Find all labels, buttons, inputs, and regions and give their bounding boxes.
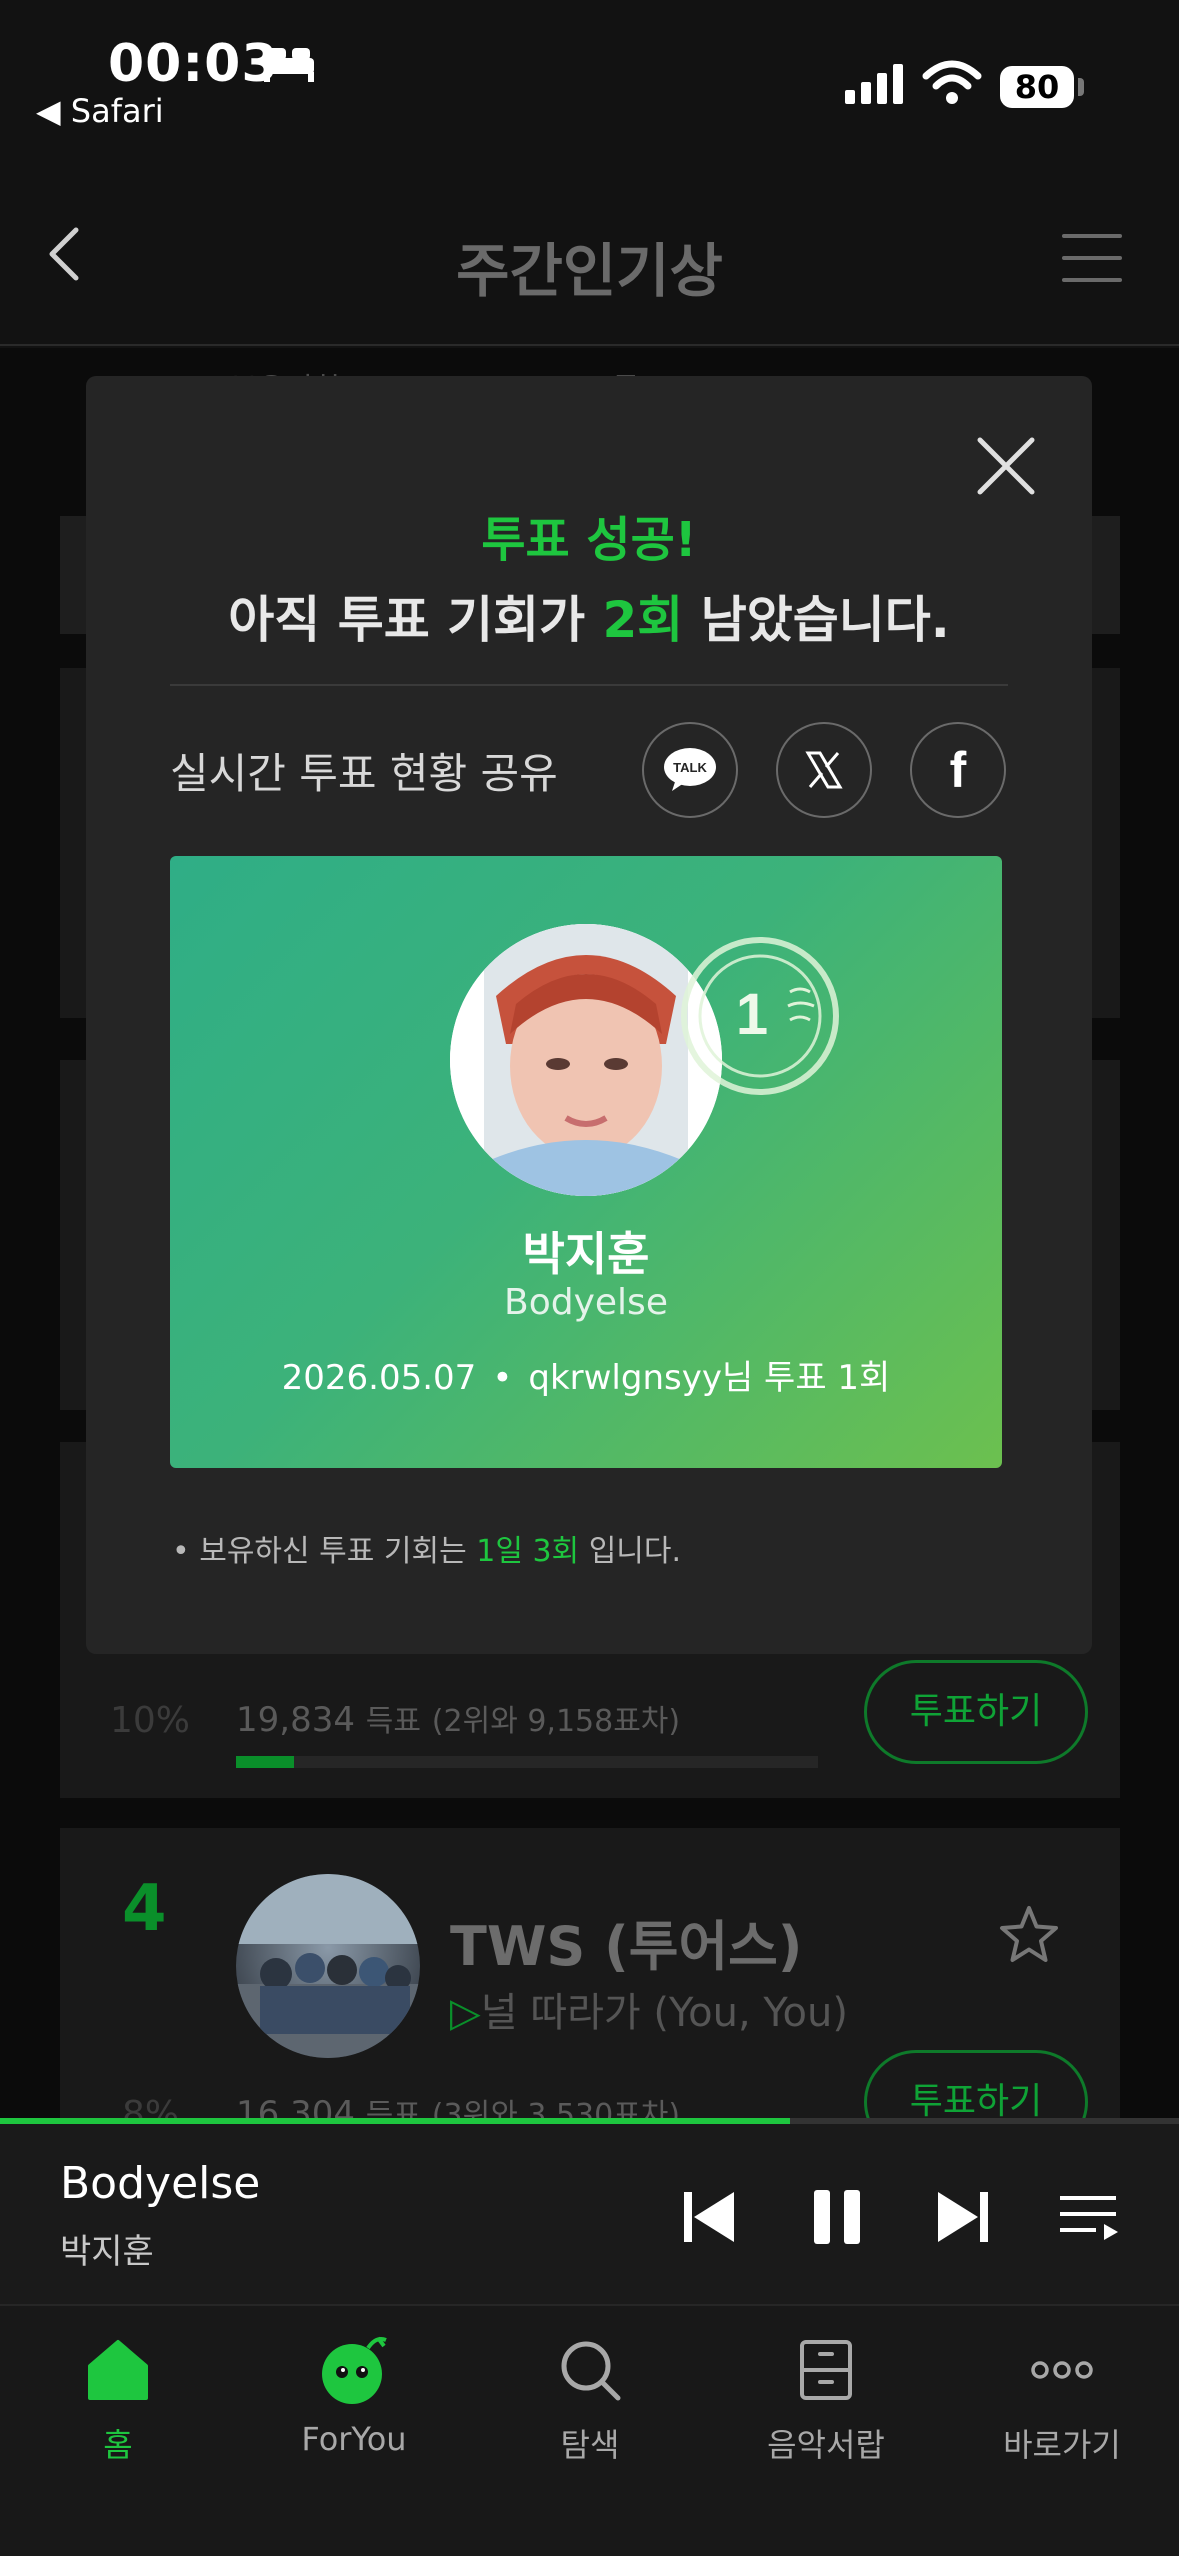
wifi-icon [922, 60, 982, 104]
vote-limit-note: • 보유하신 투표 기회는 1일 3회 입니다. [172, 1534, 682, 1569]
tab-label: 홈 [103, 2426, 133, 2464]
tab-home[interactable]: 홈 [18, 2334, 218, 2474]
battery-cap [1078, 78, 1084, 96]
tab-search[interactable]: 탐색 [490, 2334, 690, 2474]
facebook-share-button[interactable]: f [910, 722, 1006, 818]
kakaotalk-icon: TALK [664, 748, 716, 791]
share-label: 실시간 투표 현황 공유 [170, 749, 558, 798]
favorite-star-icon[interactable] [998, 1904, 1060, 1966]
next-track-icon[interactable] [930, 2184, 996, 2250]
tab-music-drawer[interactable]: 음악서랍 [726, 2334, 926, 2474]
x-logo-icon [805, 751, 843, 789]
vote-success-modal: 투표 성공! 아직 투표 기회가 2회 남았습니다. 실시간 투표 현황 공유 … [86, 376, 1092, 1654]
card-song-title: Bodyelse [504, 1282, 668, 1323]
pause-icon[interactable] [804, 2184, 870, 2250]
card-artist-name: 박지훈 [522, 1227, 650, 1281]
vote-button[interactable]: 투표하기 [864, 2050, 1088, 2118]
tab-label: 탐색 [560, 2426, 620, 2464]
vote-count: 19,834 득표 (2위와 9,158표차) [236, 1700, 681, 1740]
rank-one-stamp-icon: 1 [681, 937, 839, 1095]
modal-subtitle: 아직 투표 기회가 2회 남았습니다. [228, 591, 950, 649]
rank-number: 4 [122, 1872, 167, 1946]
foryou-icon [322, 2336, 387, 2404]
vote-share-card: 1 박지훈 Bodyelse 2026.05.07 • qkrwlgnsyy님 투표… [170, 856, 1002, 1468]
search-icon [561, 2341, 621, 2401]
vote-percent: 8% [122, 2094, 180, 2118]
previous-track-icon[interactable] [676, 2184, 742, 2250]
song-title[interactable]: ▷널 따라가 (You, You) [450, 1980, 848, 2038]
vote-count: 16,304 득표 (3위와 3,530표차) [236, 2094, 681, 2118]
hamburger-menu-icon[interactable] [1062, 234, 1122, 282]
divider [170, 684, 1008, 686]
vote-percent: 10% [110, 1700, 191, 1741]
vote-bar-fill [236, 1756, 295, 1768]
artist-avatar[interactable] [236, 1874, 420, 2058]
drawer-icon [800, 2340, 852, 2400]
card-meta: 2026.05.07 • qkrwlgnsyy님 투표 1회 [281, 1358, 891, 1398]
back-to-safari-link[interactable]: ◀ Safari [36, 92, 164, 130]
playlist-icon[interactable] [1056, 2184, 1122, 2250]
status-bar: 00:03 ◀ Safari 80 [0, 0, 1179, 150]
artist-name: TWS (투어스) [450, 1915, 803, 1978]
cellular-signal-icon [845, 64, 903, 104]
bottom-tab-bar: 홈 ForYou 탐색 음악서랍 바로가기 [0, 2304, 1179, 2556]
more-icon [1031, 2361, 1093, 2379]
svg-text:1: 1 [736, 982, 768, 1047]
vote-bar-track [236, 1756, 818, 1768]
x-share-button[interactable] [776, 722, 872, 818]
kakaotalk-share-button[interactable]: TALK [642, 722, 738, 818]
svg-text:TALK: TALK [673, 760, 707, 775]
battery-indicator: 80 [1000, 66, 1074, 108]
tab-label: 바로가기 [1003, 2426, 1121, 2464]
player-artist-name: 박지훈 [60, 2232, 154, 2272]
page-header: 주간인기상 [0, 150, 1179, 346]
tab-shortcuts[interactable]: 바로가기 [962, 2334, 1162, 2474]
facebook-icon: f [949, 742, 967, 798]
mini-player[interactable]: Bodyelse 박지훈 [0, 2124, 1179, 2304]
player-track-title: Bodyelse [60, 2158, 261, 2209]
list-item-rank-4: 4 TWS (투어스) ▷널 따라가 (You, You) 8% 16,304 … [60, 1828, 1120, 2118]
tab-label: ForYou [301, 2420, 407, 2458]
vote-button[interactable]: 투표하기 [864, 1660, 1088, 1764]
home-icon [88, 2340, 148, 2400]
status-time: 00:03 [108, 34, 279, 94]
tab-label: 음악서랍 [767, 2426, 885, 2464]
sleep-focus-icon [264, 48, 314, 82]
play-triangle-icon: ▷ [450, 1990, 481, 2036]
modal-title: 투표 성공! [481, 512, 697, 568]
tab-foryou[interactable]: ForYou [254, 2334, 454, 2474]
close-icon[interactable] [968, 428, 1044, 504]
page-title: 주간인기상 [456, 237, 723, 305]
